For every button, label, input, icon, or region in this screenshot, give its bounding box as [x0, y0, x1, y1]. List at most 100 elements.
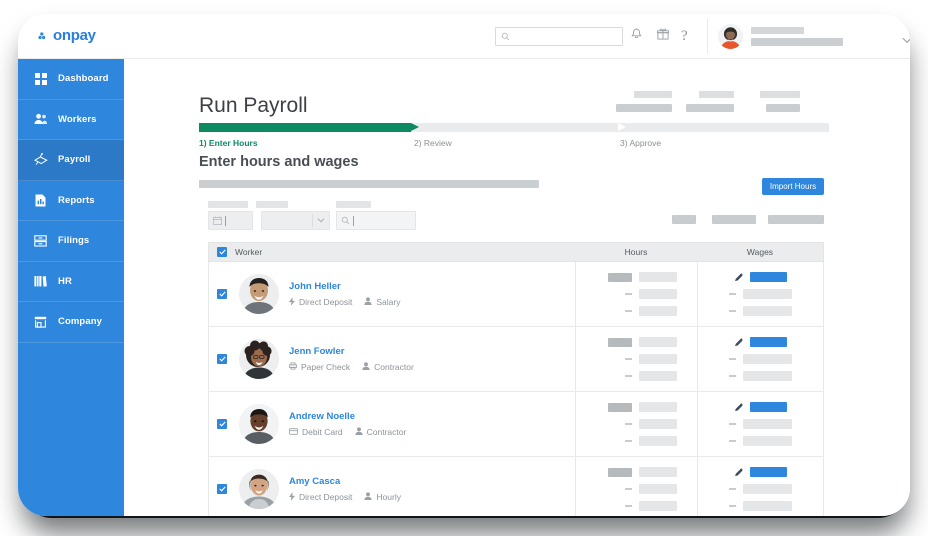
wages-cell[interactable]: [697, 392, 823, 456]
text-cursor: [353, 215, 354, 226]
hours-value-placeholder: [608, 402, 632, 412]
hours-cell[interactable]: [575, 262, 697, 326]
sidebar-item-workers[interactable]: Workers: [18, 100, 124, 140]
edit-pencil-icon[interactable]: [734, 403, 743, 411]
sidebar-item-reports[interactable]: Reports: [18, 181, 124, 221]
select-all-checkbox[interactable]: [217, 247, 227, 257]
sidebar-item-payroll[interactable]: Payroll: [18, 140, 124, 181]
store-icon: [33, 316, 48, 328]
row-select-cell: [209, 392, 235, 456]
sidebar-item-filings[interactable]: Filings: [18, 221, 124, 262]
main-content: Run Payroll 1) Enter Hours 2) Review 3) …: [124, 59, 910, 516]
dash-divider: [729, 375, 736, 377]
row-select-cell: [209, 327, 235, 391]
document-icon: [33, 194, 48, 207]
app-logo[interactable]: onpay: [38, 27, 96, 44]
step-approve[interactable]: 3) Approve: [620, 138, 661, 148]
select-filter[interactable]: [261, 211, 330, 230]
user-menu[interactable]: [718, 21, 903, 52]
search-input[interactable]: [510, 32, 614, 41]
hours-input-placeholder: [639, 419, 677, 429]
worker-search-input[interactable]: [336, 211, 416, 230]
progress-fill: [199, 123, 411, 132]
wage-input-placeholder: [743, 354, 792, 364]
action-placeholder-3[interactable]: [768, 215, 824, 224]
worker-name[interactable]: John Heller: [289, 281, 400, 292]
date-filter-input[interactable]: [208, 211, 253, 230]
sidebar-item-dashboard[interactable]: Dashboard: [18, 59, 124, 100]
table-header-row: Worker Hours Wages: [208, 242, 824, 262]
pay-method: Direct Deposit: [299, 297, 353, 307]
step-review[interactable]: 2) Review: [414, 138, 452, 148]
column-header-hours[interactable]: Hours: [575, 247, 697, 257]
action-placeholder-2[interactable]: [712, 215, 756, 224]
worker-name[interactable]: Amy Casca: [289, 476, 401, 487]
sidebar-item-label: Workers: [58, 113, 97, 125]
worker-meta: Direct Deposit Salary: [289, 296, 401, 308]
wage-input-placeholder: [743, 306, 792, 316]
dash-divider: [729, 310, 736, 312]
sidebar-item-company[interactable]: Company: [18, 302, 124, 343]
person-icon: [364, 492, 373, 502]
table-row[interactable]: Amy Casca Direct Deposit Hourly: [208, 457, 824, 516]
row-checkbox[interactable]: [217, 289, 227, 299]
import-hours-button[interactable]: Import Hours: [762, 178, 824, 195]
wages-cell[interactable]: [697, 262, 823, 326]
text-cursor: [225, 215, 226, 226]
edit-pencil-icon[interactable]: [734, 338, 743, 346]
sidebar-item-hr[interactable]: HR: [18, 262, 124, 302]
table-row[interactable]: John Heller Direct Deposit Salary: [208, 262, 824, 327]
gift-icon[interactable]: [657, 28, 669, 40]
worker-meta: Debit Card Contractor: [289, 427, 406, 437]
sidebar-item-label: HR: [58, 275, 72, 287]
hours-cell[interactable]: [575, 457, 697, 516]
sidebar-item-label: Reports: [58, 194, 95, 206]
wages-cell[interactable]: [697, 327, 823, 391]
row-checkbox[interactable]: [217, 484, 227, 494]
chevron-down-icon: [312, 214, 329, 227]
hours-value-placeholder: [608, 337, 632, 347]
payroll-table: Worker Hours Wages John Heller Direct De…: [208, 242, 824, 516]
help-icon[interactable]: ?: [681, 28, 688, 44]
step-enter-hours[interactable]: 1) Enter Hours: [199, 138, 258, 148]
pay-type: Salary: [376, 297, 401, 307]
dash-divider: [729, 358, 736, 360]
avatar: [239, 274, 279, 314]
worker-name[interactable]: Andrew Noelle: [289, 411, 406, 422]
edit-pencil-icon[interactable]: [734, 468, 743, 476]
table-row[interactable]: Jenn Fowler Paper Check Contractor: [208, 327, 824, 392]
wage-highlight-placeholder: [749, 272, 787, 282]
hours-input-placeholder: [639, 402, 677, 412]
dash-divider: [625, 488, 632, 490]
worker-meta: Paper Check Contractor: [289, 362, 414, 372]
row-checkbox[interactable]: [217, 354, 227, 364]
section-title: Enter hours and wages: [199, 154, 359, 170]
wage-highlight-placeholder: [749, 467, 787, 477]
avatar: [239, 469, 279, 509]
column-header-wages[interactable]: Wages: [697, 247, 823, 257]
table-row[interactable]: Andrew Noelle Debit Card Contractor: [208, 392, 824, 457]
worker-name[interactable]: Jenn Fowler: [289, 346, 414, 357]
page-title: Run Payroll: [199, 94, 308, 117]
chevron-down-icon[interactable]: [902, 31, 910, 49]
header-divider: [707, 19, 708, 54]
dash-divider: [625, 440, 632, 442]
action-placeholder-1[interactable]: [672, 215, 696, 224]
card-icon: [289, 427, 298, 437]
hours-cell[interactable]: [575, 392, 697, 456]
books-icon: [33, 275, 48, 287]
pay-method: Paper Check: [301, 362, 351, 372]
row-select-cell: [209, 457, 235, 516]
hours-cell[interactable]: [575, 327, 697, 391]
global-search[interactable]: [495, 27, 623, 46]
row-checkbox[interactable]: [217, 419, 227, 429]
bell-icon[interactable]: [631, 28, 642, 40]
column-header-worker[interactable]: Worker: [235, 247, 575, 257]
sidebar-item-label: Filings: [58, 235, 90, 247]
wages-cell[interactable]: [697, 457, 823, 516]
hours-input-placeholder: [639, 289, 677, 299]
sidebar-item-label: Company: [58, 316, 102, 328]
edit-pencil-icon[interactable]: [734, 273, 743, 281]
hours-input-placeholder: [639, 272, 677, 282]
dash-divider: [625, 358, 632, 360]
